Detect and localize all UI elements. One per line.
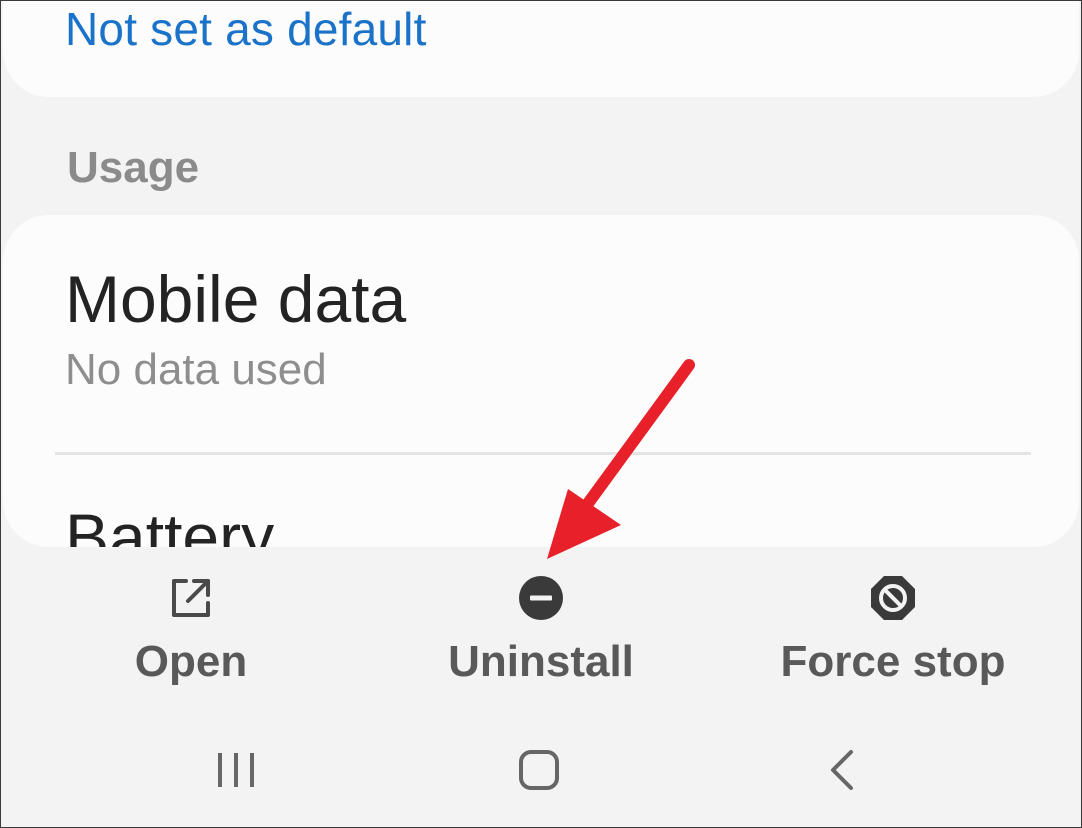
open-external-icon (172, 579, 210, 617)
usage-section-header: Usage (67, 143, 200, 192)
navigation-bar (1, 731, 1081, 811)
minus-circle-icon (519, 576, 563, 620)
set-as-default-link[interactable]: Not set as default (65, 5, 427, 53)
action-bar: Open Uninstall Force stop (1, 561, 1081, 691)
mobile-data-subtitle: No data used (65, 345, 327, 394)
uninstall-label: Uninstall (448, 637, 634, 686)
battery-item[interactable]: Battery (65, 501, 274, 547)
blocked-circle-icon (871, 576, 915, 620)
mobile-data-item[interactable]: Mobile data No data used (65, 263, 406, 395)
battery-title: Battery (65, 500, 275, 547)
back-icon (831, 750, 853, 790)
recents-button[interactable] (197, 741, 277, 801)
recents-icon (218, 753, 254, 787)
force-stop-label: Force stop (780, 637, 1006, 686)
usage-card: Mobile data No data used Battery (3, 215, 1079, 547)
open-label: Open (134, 637, 248, 686)
back-button[interactable] (801, 741, 881, 801)
home-icon (519, 750, 559, 790)
open-button[interactable]: Open (41, 561, 341, 691)
force-stop-button[interactable]: Force stop (743, 561, 1043, 691)
home-button[interactable] (499, 741, 579, 801)
app-info-screen: Not set as default Usage Mobile data No … (0, 0, 1082, 828)
uninstall-button[interactable]: Uninstall (391, 561, 691, 691)
mobile-data-title: Mobile data (65, 262, 407, 336)
divider (55, 452, 1031, 455)
